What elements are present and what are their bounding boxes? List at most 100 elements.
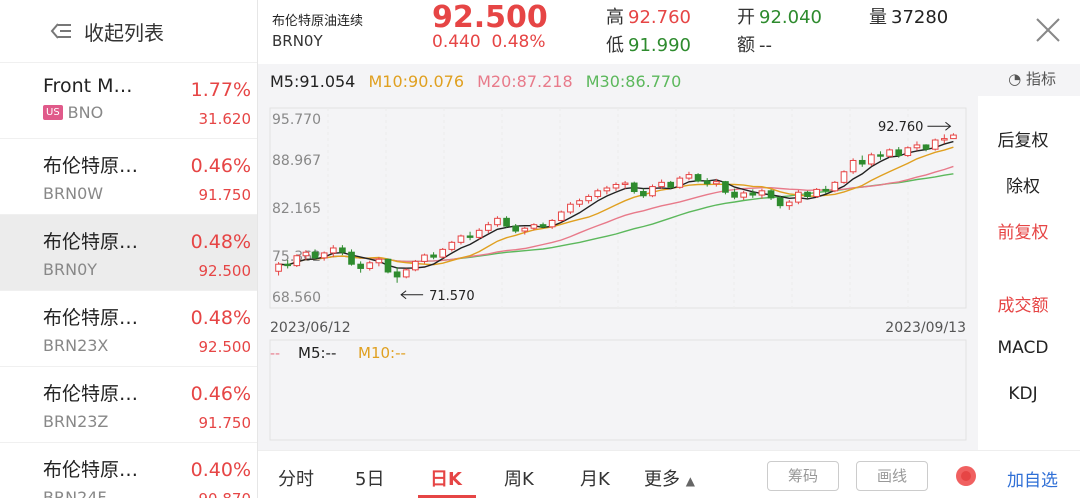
chart-grid [327, 108, 909, 308]
candle-body [785, 201, 793, 207]
tab-weekly-k[interactable]: 周K [504, 465, 534, 491]
gauge-icon: ◔ [1008, 70, 1022, 88]
moving-average-legend: M5:91.054 M10:90.076 M20:87.218 M30:86.7… [270, 72, 689, 91]
candle-body [539, 224, 547, 228]
candle-body [712, 181, 720, 185]
watchlist-item[interactable]: 布伦特原… BRN23X 0.48% 92.500 [0, 290, 257, 366]
collapse-list-button[interactable]: 收起列表 [0, 0, 257, 62]
candle-body [567, 203, 574, 213]
candle-body [694, 174, 702, 182]
amount-label: 额 [737, 35, 755, 56]
candle-body [512, 225, 520, 232]
watchlist-item-change: 1.77% [190, 79, 251, 101]
watchlist-sidebar: 收起列表 Front M… US BNO 1.77% 31.620 布伦特原… B… [0, 0, 258, 498]
amount-value: -- [759, 35, 772, 56]
kdj-indicator[interactable]: KDJ [978, 384, 1068, 404]
watchlist-item[interactable]: 布伦特原… BRN0W 0.46% 91.750 [0, 138, 257, 214]
open-label: 开 [737, 7, 755, 28]
candle-body [940, 138, 948, 141]
indicator-button[interactable]: ◔ 指标 [1008, 68, 1056, 89]
watchlist-item[interactable]: 布伦特原… BRN23Z 0.46% 91.750 [0, 366, 257, 442]
candle-body [722, 181, 729, 193]
tab-more[interactable]: 更多 ▲ [644, 465, 695, 491]
tab-monthly-k[interactable]: 月K [580, 465, 610, 491]
candle-body [430, 254, 437, 258]
draw-line-button[interactable]: 画线 [856, 461, 928, 491]
tab-5day[interactable]: 5日 [355, 465, 384, 491]
candle-body [357, 263, 364, 269]
candle-body [950, 134, 957, 140]
candle-body [484, 224, 492, 231]
start-date-label: 2023/06/12 [270, 320, 351, 336]
candlestick-chart[interactable]: 95.77088.96782.16575.36268.560 92.76071.… [258, 96, 974, 446]
candle-body [439, 248, 447, 258]
watchlist-item-price: 90.870 [199, 490, 252, 498]
candle-body [339, 247, 346, 253]
collapse-list-label: 收起列表 [84, 20, 164, 45]
open-stat: 开 92.040 [737, 3, 822, 29]
volume-label: 量 [869, 7, 887, 28]
rights-adjust-before[interactable]: 前复权 [978, 218, 1068, 243]
watchlist-item[interactable]: Front M… US BNO 1.77% 31.620 [0, 62, 257, 138]
candle-body [931, 139, 939, 150]
candle-body [366, 262, 374, 269]
candle-body [868, 154, 875, 165]
sub-m10-label: M10:-- [358, 344, 406, 362]
candle-body [448, 241, 456, 250]
candle-body [676, 177, 684, 188]
change-value: 0.440 [432, 32, 481, 52]
rights-adjust-after[interactable]: 后复权 [978, 126, 1068, 151]
candle-body [831, 181, 839, 192]
period-tab-bar: 分时 5日 日K 周K 月K 更多 ▲ 筹码 画线 加自选 [258, 450, 1080, 498]
y-tick-label: 95.770 [272, 112, 321, 128]
watchlist-item[interactable]: 布伦特原… BRN24F 0.40% 90.870 [0, 442, 257, 498]
add-watch-icon[interactable] [955, 465, 977, 487]
rights-ex[interactable]: 除权 [978, 172, 1068, 197]
watchlist-item-price: 91.750 [198, 186, 252, 204]
watchlist-item-price: 92.500 [198, 338, 252, 356]
candle-body [603, 187, 611, 192]
watchlist-item-price: 31.620 [198, 110, 252, 128]
market-badge: US [43, 105, 63, 120]
watchlist-item-change: 0.46% [190, 383, 251, 405]
watchlist-item-selected[interactable]: 布伦特原… BRN0Y 0.48% 92.500 [0, 214, 257, 290]
chip-button[interactable]: 筹码 [767, 461, 839, 491]
y-tick-label: 88.967 [272, 153, 321, 169]
candle-body [384, 258, 392, 273]
tab-daily-k[interactable]: 日K [430, 465, 462, 491]
candle-body [293, 255, 301, 267]
add-to-watchlist-button[interactable]: 加自选 [1007, 466, 1058, 491]
candle-body [858, 159, 866, 165]
candle-body [621, 182, 629, 185]
candle-body [503, 217, 510, 227]
candle-body [813, 188, 820, 197]
instrument-code: BRN0Y [272, 32, 323, 50]
candle-body [585, 195, 592, 202]
high-label: 高 [606, 7, 624, 28]
macd-indicator[interactable]: MACD [978, 338, 1068, 358]
watchlist-item-change: 0.40% [190, 459, 251, 481]
open-value: 92.040 [759, 7, 822, 28]
min-price-annotation: 71.570 [429, 289, 475, 304]
candle-body [658, 181, 665, 188]
watchlist-item-change: 0.48% [190, 307, 251, 329]
sub-m5-label: M5:-- [298, 344, 336, 362]
watchlist-item-price: 92.500 [198, 262, 252, 280]
tab-intraday[interactable]: 分时 [278, 465, 314, 491]
candle-body [348, 251, 355, 265]
end-date-label: 2023/09/13 [885, 320, 966, 336]
candle-body [393, 271, 401, 278]
candle-body [412, 260, 419, 271]
candle-body [594, 190, 602, 197]
turnover-indicator[interactable]: 成交额 [978, 291, 1068, 316]
indicator-label: 指标 [1025, 70, 1056, 88]
candle-body [320, 252, 328, 259]
watchlist-item-code: BNO [67, 103, 104, 122]
volume-value: 37280 [891, 7, 949, 28]
ma30-label: M30:86.770 [585, 72, 682, 91]
candle-body [913, 144, 921, 149]
high-value: 92.760 [628, 7, 691, 28]
close-button[interactable] [1034, 16, 1062, 44]
candle-body [521, 227, 529, 232]
watchlist-item-change: 0.46% [190, 155, 251, 177]
